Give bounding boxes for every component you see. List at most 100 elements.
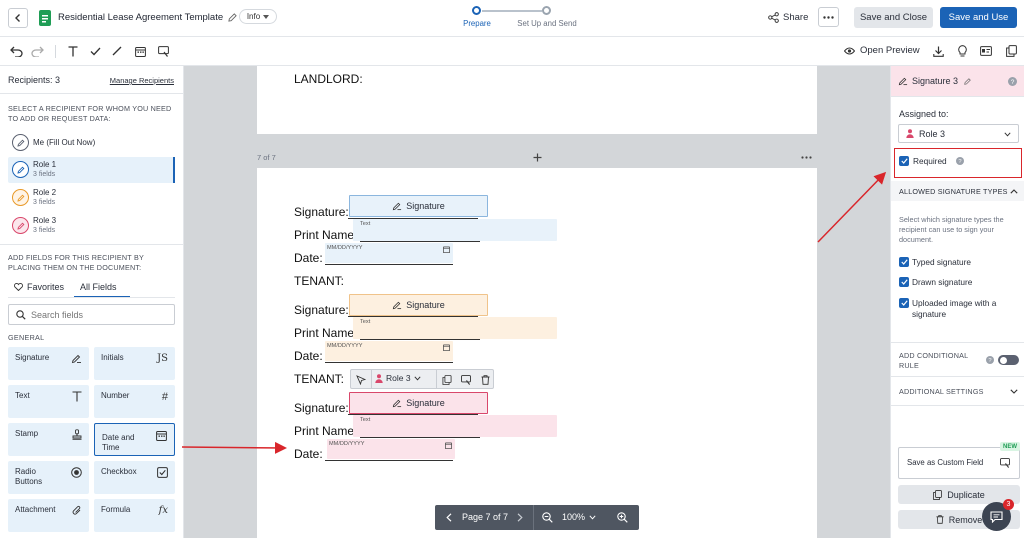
field-tile-formula[interactable]: Formula fx	[94, 499, 175, 532]
recipient-role-1[interactable]: Role 1 3 fields	[8, 157, 175, 183]
duplicate-label: Duplicate	[947, 489, 985, 500]
text-tool-button[interactable]	[66, 43, 80, 59]
back-button[interactable]	[8, 8, 28, 28]
date-field-role-1[interactable]: MM/DD/YYYY	[325, 243, 453, 263]
document-page-7: Signature: Signature Print Name: Text Da…	[257, 168, 817, 538]
field-tile-text[interactable]: Text	[8, 385, 89, 418]
date-field-role-2[interactable]: MM/DD/YYYY	[325, 341, 453, 361]
save-custom-field-button[interactable]: Save as Custom Field NEW	[898, 442, 1020, 479]
download-button[interactable]	[931, 44, 945, 58]
additional-settings-label: ADDITIONAL SETTINGS	[899, 387, 984, 396]
panel-divider	[0, 244, 184, 245]
add-page-button[interactable]	[531, 151, 543, 163]
step-setup-label[interactable]: Set Up and Send	[514, 19, 580, 28]
text-field-role-2[interactable]: Text	[353, 317, 557, 339]
help-icon[interactable]: ?	[956, 157, 964, 165]
fields-panel-button[interactable]	[979, 44, 993, 58]
uploaded-signature-checkbox[interactable]	[899, 298, 909, 308]
duplicate-button[interactable]: Duplicate	[898, 485, 1020, 504]
chat-support-button[interactable]: 3	[982, 499, 1014, 531]
recipient-me[interactable]: Me (Fill Out Now)	[8, 130, 175, 156]
field-tile-stamp[interactable]: Stamp	[8, 423, 89, 456]
date-tool-button[interactable]	[133, 43, 147, 59]
field-tile-signature[interactable]: Signature	[8, 347, 89, 380]
checkmark-tool-button[interactable]	[88, 43, 102, 59]
share-button[interactable]: Share	[768, 10, 808, 24]
zoom-level-dropdown[interactable]: 100%	[562, 512, 596, 522]
step-setup-dot[interactable]	[542, 6, 551, 15]
tab-all-fields[interactable]: All Fields	[80, 282, 117, 292]
copy-field-button[interactable]	[439, 372, 455, 387]
svg-text:?: ?	[1011, 79, 1015, 86]
field-tile-radio-buttons[interactable]: Radio Buttons	[8, 461, 89, 494]
delete-field-button[interactable]	[477, 372, 493, 387]
text-field-role-1[interactable]: Text	[353, 219, 557, 241]
signature-field-role-2[interactable]: Signature	[349, 294, 488, 316]
signature-field-role-1[interactable]: Signature	[349, 195, 488, 217]
recipient-role-3[interactable]: Role 3 3 fields	[8, 213, 175, 239]
edit-pencil-icon[interactable]	[964, 78, 971, 85]
field-tile-number[interactable]: Number #	[94, 385, 175, 418]
check-icon	[900, 158, 908, 164]
recipient-role-2[interactable]: Role 2 3 fields	[8, 185, 175, 211]
field-tile-initials[interactable]: Initials JS	[94, 347, 175, 380]
help-icon[interactable]: ?	[986, 356, 994, 364]
role-picker[interactable]: Role 3	[375, 373, 421, 383]
pages-button[interactable]	[1004, 44, 1018, 58]
zoom-in-button[interactable]	[615, 511, 629, 524]
required-checkbox[interactable]	[899, 156, 909, 166]
open-preview-button[interactable]: Open Preview	[844, 45, 920, 56]
tab-favorites[interactable]: Favorites	[14, 282, 64, 292]
signature-field-role-3-selected[interactable]: Signature	[349, 392, 488, 414]
allowed-types-section-header[interactable]: ALLOWED SIGNATURE TYPES	[891, 181, 1024, 201]
document-canvas: LANDLORD: 7 of 7 Signature: Signature Pr…	[184, 66, 890, 538]
date-field-role-3[interactable]: MM/DD/YYYY	[327, 439, 455, 459]
print-name-line-1	[360, 241, 480, 242]
assigned-role-select[interactable]: Role 3	[898, 124, 1019, 143]
signature-pen-icon	[16, 194, 24, 202]
field-context-toolbar: Role 3	[350, 369, 494, 389]
field-tile-date-time[interactable]: Date and Time	[94, 423, 175, 456]
toggle-knob	[999, 356, 1007, 364]
help-icon[interactable]: ?	[1008, 77, 1017, 86]
save-and-close-button[interactable]: Save and Close	[854, 7, 933, 28]
save-and-use-button[interactable]: Save and Use	[940, 7, 1017, 28]
next-page-button[interactable]	[514, 511, 526, 524]
text-field-role-3[interactable]: Text	[353, 415, 557, 437]
field-tile-label: Stamp	[15, 429, 39, 438]
search-fields-box[interactable]	[8, 304, 175, 325]
info-dropdown[interactable]: Info	[239, 9, 277, 24]
field-tile-checkbox[interactable]: Checkbox	[94, 461, 175, 494]
field-settings-button[interactable]	[458, 372, 474, 387]
search-fields-input[interactable]	[31, 308, 171, 321]
manage-recipients-link[interactable]: Manage Recipients	[110, 76, 174, 85]
line-tool-button[interactable]	[110, 43, 124, 59]
more-dots-icon	[823, 15, 834, 19]
chevron-up-icon	[1010, 189, 1018, 194]
page-options-button[interactable]	[799, 152, 813, 162]
prev-page-button[interactable]	[443, 511, 455, 524]
field-tile-attachment[interactable]: Attachment	[8, 499, 89, 532]
more-options-button[interactable]	[818, 7, 839, 27]
conditional-rule-toggle[interactable]	[998, 355, 1019, 365]
typed-signature-checkbox[interactable]	[899, 257, 909, 267]
recipient-me-name: Me (Fill Out Now)	[33, 138, 96, 147]
document-title[interactable]: Residential Lease Agreement Template	[58, 12, 223, 23]
date-placeholder: MM/DD/YYYY	[327, 245, 363, 251]
drawn-signature-checkbox[interactable]	[899, 277, 909, 287]
additional-settings-section[interactable]: ADDITIONAL SETTINGS	[891, 377, 1024, 405]
edit-pencil-icon[interactable]	[226, 11, 238, 23]
tenant-heading-1: TENANT:	[294, 274, 345, 288]
redo-button[interactable]	[29, 43, 45, 59]
tips-button[interactable]	[955, 44, 969, 58]
sign-tool-button[interactable]	[156, 43, 170, 59]
move-field-button[interactable]	[353, 372, 369, 387]
recipient-me-avatar	[12, 134, 29, 151]
step-prepare-dot[interactable]	[472, 6, 481, 15]
date-placeholder: MM/DD/YYYY	[327, 343, 363, 349]
zoom-out-button[interactable]	[540, 511, 554, 524]
signature-label-1: Signature:	[294, 205, 349, 219]
undo-button[interactable]	[8, 43, 24, 59]
recipient-role-3-name: Role 3	[33, 216, 57, 225]
step-prepare-label[interactable]: Prepare	[462, 19, 492, 28]
